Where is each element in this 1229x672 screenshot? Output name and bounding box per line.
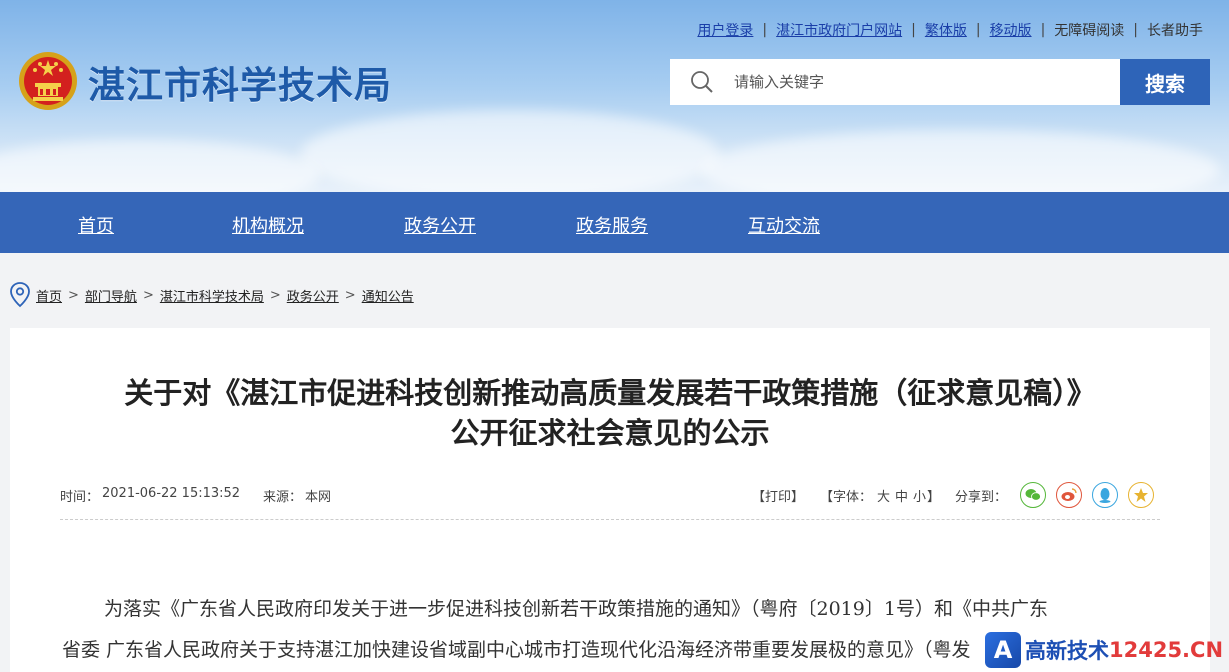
nav-item-gov-services[interactable]: 政务服务 [576,212,648,238]
search-button[interactable]: 搜索 [1120,59,1210,105]
breadcrumb-gov-affairs[interactable]: 政务公开 [287,286,339,305]
search-icon [691,71,713,93]
header-cloud [300,110,720,192]
source-label: 来源： [263,490,303,505]
qzone-icon [1134,488,1148,502]
meta-divider [60,519,1160,520]
qq-icon [1099,488,1111,503]
accessibility-link[interactable]: 无障碍阅读 [1054,20,1124,40]
wechat-share-button[interactable] [1020,482,1046,508]
search-box [670,59,1120,105]
search-bar: 搜索 [670,59,1210,105]
header-cloud [700,130,1220,192]
breadcrumb-bureau[interactable]: 湛江市科学技术局 [160,286,264,305]
qzone-share-button[interactable] [1128,482,1154,508]
time-label: 时间： [60,490,100,505]
nav-item-gov-affairs[interactable]: 政务公开 [404,212,476,238]
breadcrumb: 首页 > 部门导航 > 湛江市科学技术局 > 政务公开 > 通知公告 [10,282,414,308]
share-label: 分享到： [955,490,1008,505]
watermark-text: 高新技术 [1025,639,1109,663]
breadcrumb-home[interactable]: 首页 [36,286,62,305]
font-size-medium-button[interactable]: 中 [895,486,908,505]
site-header: 湛江市科学技术局 用户登录 | 湛江市政府门户网站 | 繁体版 | 移动版 | … [0,0,1229,192]
gov-portal-link[interactable]: 湛江市政府门户网站 [776,20,902,40]
breadcrumb-departments[interactable]: 部门导航 [85,286,137,305]
article-title-line1: 关于对《湛江市促进科技创新推动高质量发展若干政策措施（征求意见稿）》 [124,376,1096,410]
search-input[interactable] [734,73,1094,91]
breadcrumb-notices[interactable]: 通知公告 [362,286,414,305]
login-link[interactable]: 用户登录 [697,20,753,40]
qq-share-button[interactable] [1092,482,1118,508]
article-title-line2: 公开征求社会意见的公示 [450,416,770,450]
source-value: 本网 [305,490,332,505]
watermark-logo: A 高新技术 12425.CN [985,628,1229,672]
traditional-chinese-link[interactable]: 繁体版 [925,20,967,40]
elder-assistant-link[interactable]: 长者助手 [1147,20,1203,40]
header-cloud [0,140,320,192]
nav-item-interaction[interactable]: 互动交流 [748,212,820,238]
top-links: 用户登录 | 湛江市政府门户网站 | 繁体版 | 移动版 | 无障碍阅读 | 长… [697,20,1203,40]
main-nav: 首页 机构概况 政务公开 政务服务 互动交流 [0,192,1229,253]
weibo-share-button[interactable] [1056,482,1082,508]
nav-item-about[interactable]: 机构概况 [232,212,304,238]
national-emblem-icon [19,52,77,110]
mobile-version-link[interactable]: 移动版 [990,20,1032,40]
font-size-label: 【字体： [820,490,873,505]
font-size-end: 】 [927,490,941,505]
watermark-domain: 12425.CN [1109,638,1224,662]
wechat-icon [1025,489,1041,501]
font-size-large-button[interactable]: 大 [877,486,890,505]
article-body-line1: 为落实《广东省人民政府印发关于进一步促进科技创新若干政策措施的通知》（粤府〔20… [104,598,1048,620]
site-title: 湛江市科学技术局 [88,64,392,107]
print-button[interactable]: 【打印】 [752,486,804,505]
weibo-icon [1061,488,1077,501]
publish-time: 2021-06-22 15:13:52 [102,486,241,501]
font-size-small-button[interactable]: 小 [913,486,926,505]
location-pin-icon [10,282,30,308]
nav-item-home[interactable]: 首页 [78,212,114,238]
watermark-icon: A [985,632,1021,668]
